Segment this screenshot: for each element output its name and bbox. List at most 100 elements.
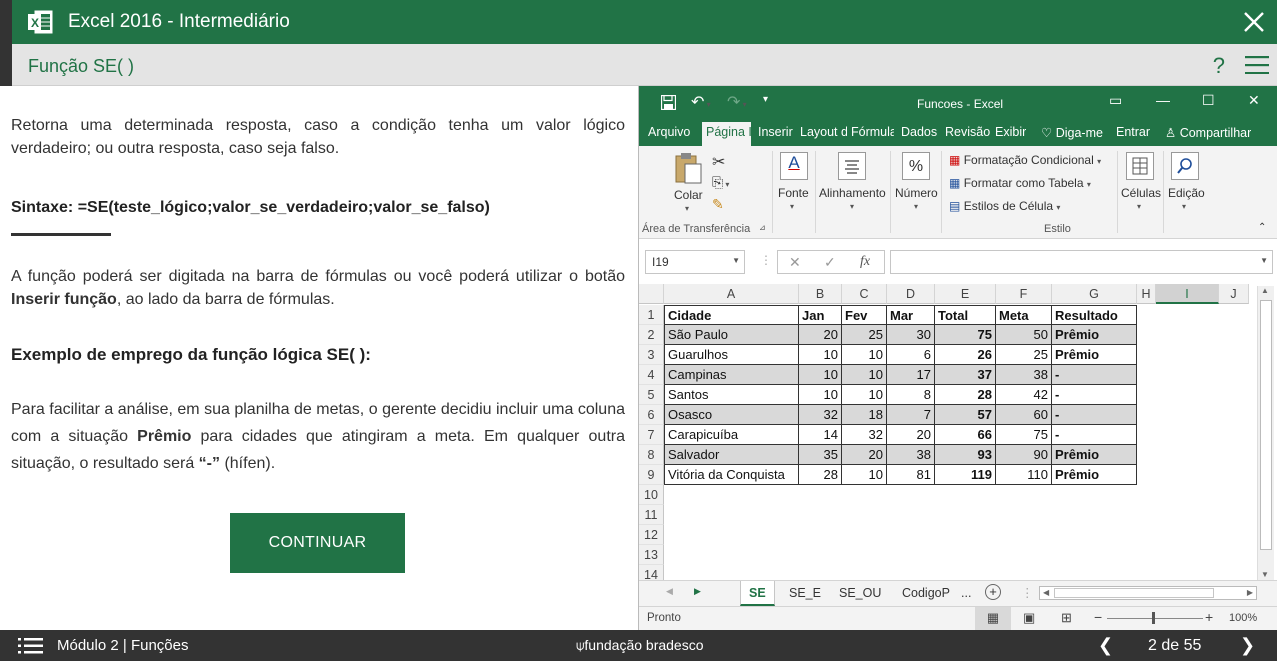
- zoom-in-icon[interactable]: +: [1205, 609, 1213, 625]
- zoom-level[interactable]: 100%: [1229, 612, 1257, 624]
- table-cell[interactable]: Prêmio: [1052, 465, 1137, 485]
- page-break-view-icon[interactable]: ⊞: [1061, 610, 1072, 626]
- tab-inserir[interactable]: Inserir: [758, 125, 793, 139]
- tab-revisao[interactable]: Revisão: [945, 125, 990, 139]
- row-header[interactable]: 1: [639, 305, 664, 325]
- column-header[interactable]: B: [799, 284, 842, 304]
- row-header[interactable]: 4: [639, 365, 664, 385]
- cancel-entry-icon[interactable]: ✕: [789, 254, 801, 271]
- column-header[interactable]: A: [664, 284, 799, 304]
- undo-icon[interactable]: ↶ ▾: [691, 92, 711, 112]
- sheet-tab-se-e[interactable]: SE_E: [781, 581, 829, 606]
- table-cell[interactable]: 25: [996, 345, 1052, 365]
- numero-dropdown-icon[interactable]: ▾: [914, 202, 918, 211]
- close-icon[interactable]: [1241, 9, 1267, 35]
- add-sheet-icon[interactable]: +: [985, 584, 1001, 600]
- table-cell[interactable]: 10: [799, 365, 842, 385]
- row-header[interactable]: 5: [639, 385, 664, 405]
- table-cell[interactable]: São Paulo: [664, 325, 799, 345]
- table-cell[interactable]: 10: [799, 385, 842, 405]
- table-header-cell[interactable]: Fev: [842, 305, 887, 325]
- table-cell[interactable]: 10: [842, 385, 887, 405]
- table-cell[interactable]: -: [1052, 425, 1137, 445]
- page-layout-view-icon[interactable]: ▣: [1023, 610, 1035, 626]
- next-sheet-icon[interactable]: ▶: [694, 586, 701, 597]
- formula-input[interactable]: ▼: [890, 250, 1273, 274]
- sheet-tab-codigop[interactable]: CodigoP: [894, 581, 958, 606]
- table-cell[interactable]: Osasco: [664, 405, 799, 425]
- table-cell[interactable]: 32: [842, 425, 887, 445]
- row-header[interactable]: 2: [639, 325, 664, 345]
- cells-icon[interactable]: [1126, 152, 1154, 180]
- scroll-right-icon[interactable]: ▶: [1247, 588, 1253, 597]
- table-cell[interactable]: 6: [887, 345, 935, 365]
- edicao-label[interactable]: Edição: [1168, 186, 1205, 200]
- row-header[interactable]: 8: [639, 445, 664, 465]
- table-cell[interactable]: 8: [887, 385, 935, 405]
- paste-icon[interactable]: [672, 152, 704, 184]
- table-header-cell[interactable]: Total: [935, 305, 996, 325]
- font-icon[interactable]: A: [780, 152, 808, 180]
- sheet-tab-se[interactable]: SE: [740, 581, 775, 606]
- row-header[interactable]: 11: [639, 505, 664, 525]
- tab-exibir[interactable]: Exibir: [995, 125, 1026, 139]
- table-cell[interactable]: 7: [887, 405, 935, 425]
- horizontal-scrollbar[interactable]: ◀ ▶: [1039, 586, 1257, 600]
- column-header[interactable]: G: [1052, 284, 1137, 304]
- table-cell[interactable]: Vitória da Conquista: [664, 465, 799, 485]
- tab-formulas[interactable]: Fórmula: [851, 125, 894, 139]
- continue-button[interactable]: CONTINUAR: [230, 513, 405, 573]
- window-close-icon[interactable]: ✕: [1248, 92, 1260, 109]
- table-cell[interactable]: 60: [996, 405, 1052, 425]
- table-header-cell[interactable]: Jan: [799, 305, 842, 325]
- row-header[interactable]: 12: [639, 525, 664, 545]
- hamburger-menu-icon[interactable]: [1245, 56, 1269, 74]
- list-menu-icon[interactable]: [18, 638, 43, 654]
- table-cell[interactable]: Carapicuíba: [664, 425, 799, 445]
- table-cell[interactable]: 20: [887, 425, 935, 445]
- table-cell[interactable]: 66: [935, 425, 996, 445]
- conditional-formatting-button[interactable]: ▦ Formatação Condicional ▾: [949, 153, 1101, 167]
- name-box-dropdown-icon[interactable]: ▼: [732, 256, 740, 265]
- table-cell[interactable]: Prêmio: [1052, 345, 1137, 365]
- expand-formula-bar-icon[interactable]: ▼: [1260, 256, 1268, 265]
- table-cell[interactable]: 32: [799, 405, 842, 425]
- help-icon[interactable]: ?: [1213, 53, 1225, 79]
- previous-page-icon[interactable]: ❮: [1098, 635, 1113, 656]
- table-cell[interactable]: 93: [935, 445, 996, 465]
- table-cell[interactable]: 10: [799, 345, 842, 365]
- table-cell[interactable]: 119: [935, 465, 996, 485]
- table-cell[interactable]: -: [1052, 365, 1137, 385]
- column-header[interactable]: C: [842, 284, 887, 304]
- customize-quick-access-icon[interactable]: ▾: [763, 94, 768, 105]
- column-header[interactable]: I: [1156, 284, 1219, 304]
- table-cell[interactable]: Salvador: [664, 445, 799, 465]
- tab-entrar[interactable]: Entrar: [1116, 125, 1150, 139]
- table-cell[interactable]: 42: [996, 385, 1052, 405]
- zoom-slider[interactable]: [1107, 618, 1203, 619]
- table-cell[interactable]: Guarulhos: [664, 345, 799, 365]
- column-header[interactable]: J: [1219, 284, 1249, 304]
- next-page-icon[interactable]: ❯: [1240, 635, 1255, 656]
- collapse-ribbon-icon[interactable]: ⌃: [1258, 222, 1266, 233]
- table-cell[interactable]: 28: [935, 385, 996, 405]
- redo-icon[interactable]: ↷ ▾: [727, 92, 747, 112]
- format-as-table-button[interactable]: ▦ Formatar como Tabela ▾: [949, 176, 1091, 190]
- edicao-dropdown-icon[interactable]: ▾: [1182, 202, 1186, 211]
- alinhamento-label[interactable]: Alinhamento: [819, 186, 886, 200]
- table-cell[interactable]: 75: [996, 425, 1052, 445]
- search-icon[interactable]: [1171, 152, 1199, 180]
- h-scroll-thumb[interactable]: [1054, 588, 1214, 598]
- save-icon[interactable]: [661, 95, 676, 110]
- table-header-cell[interactable]: Meta: [996, 305, 1052, 325]
- table-cell[interactable]: 14: [799, 425, 842, 445]
- table-cell[interactable]: 38: [887, 445, 935, 465]
- table-cell[interactable]: 90: [996, 445, 1052, 465]
- numero-label[interactable]: Número: [895, 186, 938, 200]
- table-cell[interactable]: 18: [842, 405, 887, 425]
- table-cell[interactable]: 110: [996, 465, 1052, 485]
- table-cell[interactable]: 10: [842, 465, 887, 485]
- table-cell[interactable]: 26: [935, 345, 996, 365]
- tab-pagina-inicial[interactable]: Página I: [702, 122, 751, 146]
- table-cell[interactable]: 28: [799, 465, 842, 485]
